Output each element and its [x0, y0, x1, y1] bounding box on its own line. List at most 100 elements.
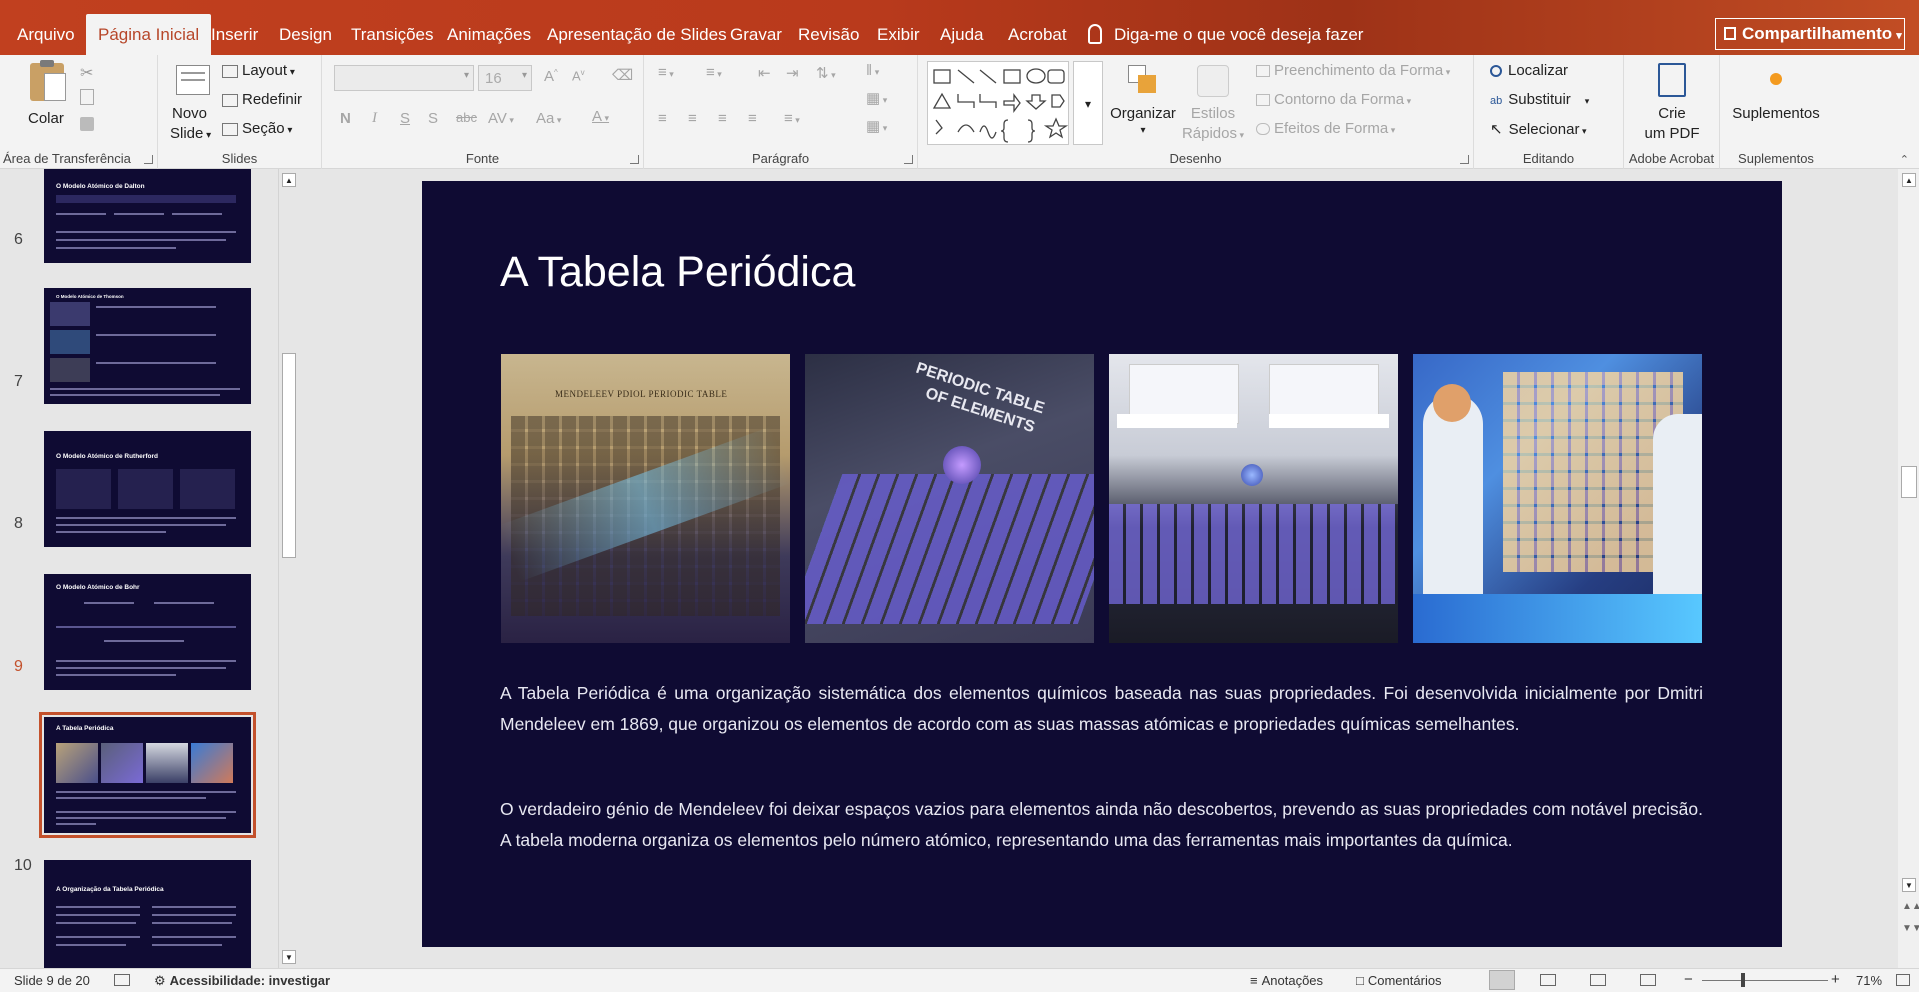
slideshow-icon[interactable] — [1640, 974, 1656, 986]
font-name-input[interactable]: ▾ — [334, 65, 474, 91]
shadow-icon[interactable]: S — [428, 110, 438, 127]
section-button[interactable]: Seção ▾ — [222, 120, 292, 137]
tab-animacoes[interactable]: Animações — [435, 14, 543, 55]
shape-effects-button[interactable]: Efeitos de Forma ▾ — [1256, 120, 1395, 137]
fit-slide-icon[interactable] — [1896, 974, 1910, 986]
scroll-down-icon[interactable]: ▼ — [1902, 878, 1916, 892]
zoom-slider-handle[interactable] — [1741, 973, 1745, 987]
slide-canvas[interactable]: A Tabela Periódica MENDELEEV PDIOL PERIO… — [422, 181, 1782, 947]
thumbnail-scrollbar[interactable]: ▲ ▼ — [278, 169, 298, 968]
numbering-icon[interactable]: ≡ ▾ — [706, 64, 722, 81]
reading-view-icon[interactable] — [1590, 974, 1606, 986]
reset-button[interactable]: Redefinir — [222, 91, 302, 108]
tab-acrobat[interactable]: Acrobat — [996, 14, 1079, 55]
slide-scroll-thumb[interactable] — [1901, 466, 1917, 498]
italic-icon[interactable]: I — [372, 110, 377, 127]
tab-revisao[interactable]: Revisão — [786, 14, 871, 55]
digital-classroom-image[interactable] — [1109, 354, 1398, 643]
font-launcher[interactable] — [630, 155, 639, 164]
tab-inserir[interactable]: Inserir — [199, 14, 270, 55]
decrease-indent-icon[interactable]: ⇤ — [758, 64, 771, 82]
smartart-icon[interactable]: ▦ ▾ — [866, 117, 887, 135]
align-center-icon[interactable]: ≡ — [688, 110, 697, 127]
shape-fill-button[interactable]: Preenchimento da Forma ▾ — [1256, 62, 1450, 79]
zoom-level[interactable]: 71% — [1856, 973, 1882, 988]
paste-button[interactable]: Colar — [26, 60, 72, 131]
slide-thumbnail-8[interactable]: O Modelo Atómico de Bohr — [44, 574, 251, 690]
tab-transicoes[interactable]: Transições — [339, 14, 446, 55]
create-pdf-button[interactable]: Crie um PDF — [1632, 61, 1712, 145]
slide-paragraph-2[interactable]: O verdadeiro génio de Mendeleev foi deix… — [500, 794, 1703, 856]
grow-font-icon[interactable]: A^ — [544, 68, 558, 85]
shapes-gallery[interactable] — [927, 61, 1069, 145]
slide-thumbnail-7[interactable]: O Modelo Atómico de Rutherford — [44, 431, 251, 547]
mendeleev-table-image[interactable]: MENDELEEV PDIOL PERIODIC TABLE — [501, 354, 790, 643]
align-left-icon[interactable]: ≡ — [658, 110, 667, 127]
collapse-ribbon-icon[interactable]: ⌃ — [1900, 153, 1909, 166]
tell-me-search[interactable]: Diga-me o que você deseja fazer — [1088, 14, 1363, 55]
slide-paragraph-1[interactable]: A Tabela Periódica é uma organização sis… — [500, 678, 1703, 740]
columns-icon[interactable]: ‖ ▾ — [866, 62, 879, 79]
format-painter-icon[interactable] — [80, 117, 94, 131]
find-button[interactable]: Localizar — [1490, 62, 1568, 79]
slide-title[interactable]: A Tabela Periódica — [500, 248, 855, 297]
slide-thumbnail-10[interactable]: A Organização da Tabela Periódica — [44, 860, 251, 968]
clear-format-icon[interactable]: ⌫ — [612, 66, 633, 84]
thumbnail-scroll-thumb[interactable] — [282, 353, 296, 558]
tab-design[interactable]: Design — [267, 14, 344, 55]
share-button[interactable]: Compartilhamento ▾ — [1715, 18, 1905, 50]
underline-icon[interactable]: S — [400, 110, 410, 127]
column-layout-icon[interactable]: ≡ ▾ — [784, 110, 800, 127]
normal-view-icon[interactable] — [1489, 970, 1515, 990]
spelling-icon[interactable] — [114, 974, 130, 986]
tab-gravar[interactable]: Gravar — [718, 14, 794, 55]
justify-icon[interactable]: ≡ — [748, 110, 757, 127]
quick-styles-button[interactable]: Estilos Rápidos ▾ — [1178, 61, 1248, 145]
scroll-up-icon[interactable]: ▲ — [282, 173, 296, 187]
tab-apresentacao[interactable]: Apresentação de Slides — [535, 14, 739, 55]
change-case-icon[interactable]: Aa ▾ — [536, 110, 561, 127]
slide-thumbnail-5[interactable]: O Modelo Atómico de Dalton — [44, 169, 251, 263]
previous-slide-icon[interactable]: ▲▲ — [1902, 901, 1919, 912]
zoom-in-button[interactable]: + — [1831, 971, 1840, 988]
zoom-slider[interactable] — [1702, 980, 1828, 981]
scientists-hologram-image[interactable] — [1413, 354, 1702, 643]
clipboard-launcher[interactable] — [144, 155, 153, 164]
new-slide-button[interactable]: Novo Slide ▾ — [166, 61, 216, 145]
scroll-down-icon[interactable]: ▼ — [282, 950, 296, 964]
text-direction-icon[interactable]: ▦ ▾ — [866, 89, 887, 107]
char-spacing-icon[interactable]: AV ▾ — [488, 110, 514, 127]
slide-sorter-icon[interactable] — [1540, 974, 1556, 986]
notes-button[interactable]: ≡ Anotações — [1250, 973, 1323, 988]
increase-indent-icon[interactable]: ⇥ — [786, 64, 799, 82]
paragraph-launcher[interactable] — [904, 155, 913, 164]
shapes-gallery-scroll[interactable]: ▾ — [1073, 61, 1103, 145]
layout-button[interactable]: Layout ▾ — [222, 62, 295, 79]
tab-exibir[interactable]: Exibir — [865, 14, 932, 55]
slide-thumbnail-6[interactable]: O Modelo Atómico de Thomson — [44, 288, 251, 404]
accessibility-status[interactable]: ⚙ Acessibilidade: investigar — [154, 973, 330, 989]
arrange-button[interactable]: Organizar ▾ — [1108, 61, 1178, 145]
bullets-icon[interactable]: ≡ ▾ — [658, 64, 674, 81]
font-size-input[interactable]: 16 ▾ — [478, 65, 532, 91]
tab-pagina-inicial[interactable]: Página Inicial — [86, 14, 212, 55]
replace-button[interactable]: ab Substituir ▾ — [1490, 91, 1589, 108]
tab-arquivo[interactable]: Arquivo — [5, 14, 87, 55]
font-color-icon[interactable]: A ▾ — [592, 108, 609, 125]
comments-button[interactable]: □ Comentários — [1356, 973, 1442, 988]
addins-button[interactable]: Suplementos — [1720, 61, 1832, 145]
select-button[interactable]: ↖ Selecionar ▾ — [1490, 120, 1587, 138]
drawing-launcher[interactable] — [1460, 155, 1469, 164]
bold-icon[interactable]: N — [340, 110, 351, 127]
cut-icon[interactable]: ✂ — [80, 63, 93, 83]
slide-thumbnail-9-selected[interactable]: A Tabela Periódica — [39, 712, 256, 838]
scroll-up-icon[interactable]: ▲ — [1902, 173, 1916, 187]
zoom-out-button[interactable]: − — [1684, 971, 1693, 988]
periodic-keyboard-image[interactable]: PERIODIC TABLE OF ELEMENTS — [805, 354, 1094, 643]
shape-outline-button[interactable]: Contorno da Forma ▾ — [1256, 91, 1411, 108]
align-right-icon[interactable]: ≡ — [718, 110, 727, 127]
next-slide-icon[interactable]: ▼▼ — [1902, 923, 1919, 934]
strikethrough-icon[interactable]: abc — [456, 110, 477, 125]
line-spacing-icon[interactable]: ⇅ ▾ — [816, 64, 836, 82]
tab-ajuda[interactable]: Ajuda — [928, 14, 995, 55]
